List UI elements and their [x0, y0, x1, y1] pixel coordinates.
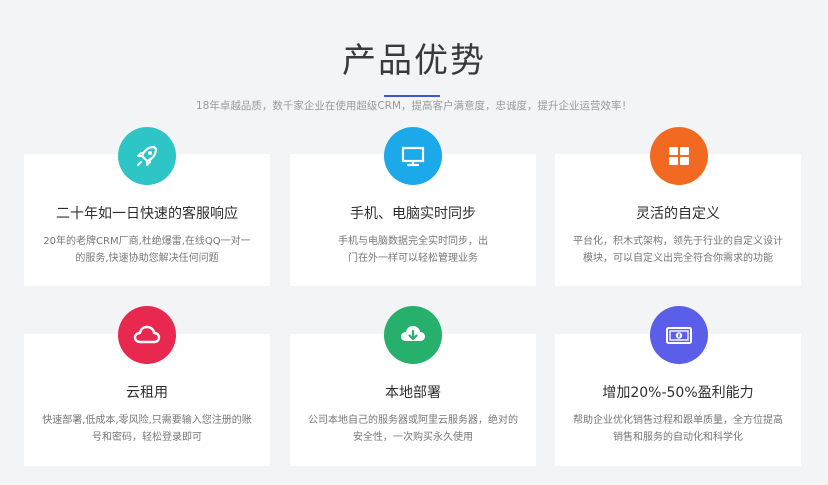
feature-title: 二十年如一日快速的客服响应 — [56, 206, 238, 222]
feature-desc: 20年的老牌CRM厂商,杜绝爆雷,在线QQ一对一的服务,快速协助您解决任何问题 — [43, 236, 251, 264]
cloud-download-icon — [384, 306, 442, 364]
feature-title: 灵活的自定义 — [636, 206, 720, 222]
feature-desc: 平台化，积木式架构，领先于行业的自定义设计模块，可以自定义出完全符合你需求的功能 — [573, 236, 783, 264]
feature-title: 手机、电脑实时同步 — [350, 206, 476, 222]
monitor-icon — [384, 127, 442, 185]
title-underline — [384, 95, 440, 97]
feature-desc: 手机与电脑数据完全实时同步，出门在外一样可以轻松管理业务 — [338, 236, 488, 264]
page-title: 产品优势 — [342, 41, 486, 81]
feature-desc: 帮助企业优化销售过程和跟单质量，全方位提高销售和服务的自动化和科学化 — [573, 415, 783, 443]
cloud-icon — [118, 306, 176, 364]
money-icon — [650, 306, 708, 364]
page-subtitle: 18年卓越品质，数千家企业在使用超级CRM，提高客户满意度，忠诚度，提升企业运营… — [195, 100, 633, 112]
feature-desc: 快速部署,低成本,零风险,只需要输入您注册的账号和密码，轻松登录即可 — [42, 415, 252, 443]
feature-desc: 公司本地自己的服务器或阿里云服务器，绝对的安全性，一次购买永久使用 — [308, 415, 518, 443]
feature-title: 本地部署 — [385, 385, 441, 401]
grid-icon — [650, 127, 708, 185]
rocket-icon — [118, 127, 176, 185]
feature-title: 云租用 — [126, 385, 168, 401]
feature-title: 增加20%-50%盈利能力 — [602, 385, 754, 401]
